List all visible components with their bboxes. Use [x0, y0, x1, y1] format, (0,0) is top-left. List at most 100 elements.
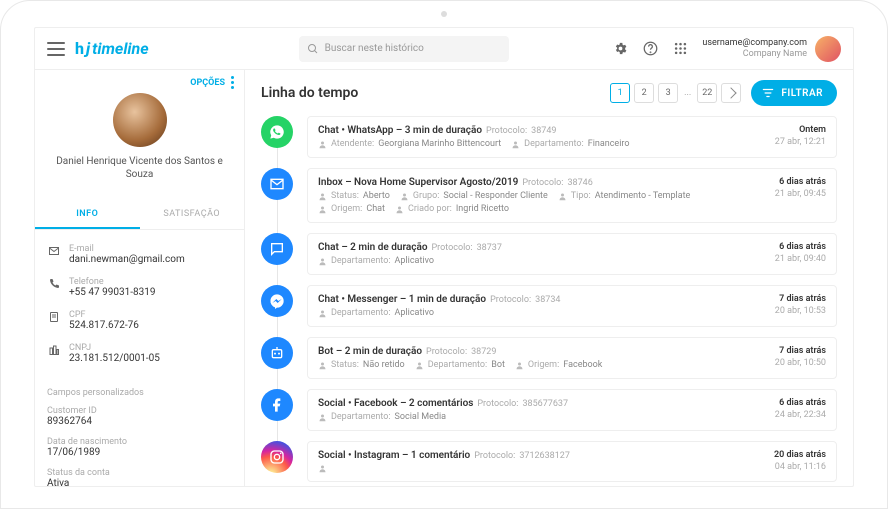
event-meta-item: Departamento: Social Media — [318, 412, 446, 422]
user-menu[interactable]: username@company.com Company Name — [702, 36, 841, 62]
event-meta-item: Departamento: Aplicativo — [318, 256, 434, 266]
event-meta-item: Departamento: Bot — [415, 360, 505, 370]
event-meta-item: Origem: Facebook — [515, 360, 602, 370]
filter-icon — [761, 86, 775, 100]
event-meta-item: Origem: Chat — [318, 204, 385, 214]
event-relative-time: 7 dias atrás — [775, 294, 826, 304]
event-absolute-time: 24 abr, 22:34 — [775, 410, 826, 420]
whatsapp-icon — [261, 116, 293, 148]
instagram-icon — [261, 441, 293, 473]
user-avatar — [815, 36, 841, 62]
event-relative-time: 6 dias atrás — [775, 398, 826, 408]
building-icon — [47, 343, 61, 356]
protocol-label: Protocolo: — [477, 399, 518, 409]
event-relative-time: 7 dias atrás — [775, 346, 826, 356]
chat-icon — [261, 233, 293, 265]
search-placeholder: Buscar neste histórico — [325, 43, 424, 54]
timeline-event[interactable]: Social • Instagram – 1 comentário Protoco… — [261, 441, 837, 482]
field-cpf: CPF524.817.672-76 — [47, 304, 232, 337]
filter-button[interactable]: FILTRAR — [751, 80, 837, 106]
email-icon — [47, 244, 61, 257]
event-relative-time: 20 dias atrás — [774, 450, 826, 460]
timeline-event[interactable]: Bot – 2 min de duraçãoProtocolo:38729Sta… — [261, 337, 837, 379]
facebook-icon — [261, 389, 293, 421]
page-1[interactable]: 1 — [610, 83, 630, 103]
event-meta-item: Status: Não retido — [318, 360, 405, 370]
company-name: Company Name — [702, 49, 807, 60]
kebab-menu-icon[interactable] — [231, 76, 234, 89]
protocol-label: Protocolo: — [432, 243, 473, 253]
tab-info[interactable]: INFO — [35, 201, 140, 229]
page-next[interactable] — [721, 83, 741, 103]
event-absolute-time: 20 abr, 10:53 — [775, 306, 826, 316]
page-2[interactable]: 2 — [634, 83, 654, 103]
event-card: Chat • WhatsApp – 3 min de duraçãoProtoc… — [307, 116, 837, 158]
user-email: username@company.com — [702, 38, 807, 49]
protocol-label: Protocolo: — [426, 347, 467, 357]
apps-grid-icon[interactable] — [672, 41, 688, 57]
event-title: Bot – 2 min de duração — [318, 346, 422, 357]
page-3[interactable]: 3 — [658, 83, 678, 103]
event-meta-item — [318, 464, 335, 473]
protocol-label: Protocolo: — [474, 451, 515, 461]
timeline-event[interactable]: Chat • WhatsApp – 3 min de duraçãoProtoc… — [261, 116, 837, 158]
timeline-event[interactable]: Chat – 2 min de duraçãoProtocolo:38737De… — [261, 233, 837, 275]
phone-icon — [47, 277, 61, 290]
event-meta-item: Status: Aberto — [318, 191, 390, 201]
inbox-icon — [261, 168, 293, 200]
document-icon — [47, 310, 61, 323]
top-icons: username@company.com Company Name — [612, 36, 841, 62]
timeline-event[interactable]: Inbox – Nova Home Supervisor Agosto/2019… — [261, 168, 837, 223]
event-title: Chat • Messenger – 1 min de duração — [318, 294, 486, 305]
protocol-value: 38737 — [477, 243, 502, 253]
event-card: Bot – 2 min de duraçãoProtocolo:38729Sta… — [307, 337, 837, 379]
page-last[interactable]: 22 — [697, 83, 717, 103]
event-relative-time: 6 dias atrás — [775, 177, 826, 187]
left-panel: OPÇÕES Daniel Henrique Vicente dos Santo… — [35, 70, 245, 486]
protocol-value: 38749 — [531, 126, 556, 136]
event-card: Social • Instagram – 1 comentário Protoco… — [307, 441, 837, 482]
event-relative-time: 6 dias atrás — [775, 242, 826, 252]
menu-toggle[interactable] — [47, 42, 65, 56]
page-title: Linha do tempo — [261, 85, 358, 101]
protocol-value: 3712638127 — [519, 451, 570, 461]
protocol-label: Protocolo: — [490, 295, 531, 305]
timeline-panel: Linha do tempo 1 2 3 ... 22 FILTRAR — [245, 70, 853, 486]
protocol-label: Protocolo: — [522, 178, 563, 188]
timeline-event[interactable]: Social • Facebook – 2 comentáriosProtoco… — [261, 389, 837, 431]
event-title: Social • Instagram – 1 comentário — [318, 450, 470, 461]
page-ellipsis: ... — [682, 88, 693, 98]
event-card: Inbox – Nova Home Supervisor Agosto/2019… — [307, 168, 837, 223]
event-meta-item: Tipo: Atendimento - Template — [558, 191, 691, 201]
bot-icon — [261, 337, 293, 369]
options-link[interactable]: OPÇÕES — [190, 78, 225, 88]
app-logo: hj timeline — [75, 39, 149, 58]
event-card: Chat – 2 min de duraçãoProtocolo:38737De… — [307, 233, 837, 275]
field-account-status: Status da conta Ativa — [35, 464, 244, 486]
pagination: 1 2 3 ... 22 — [610, 83, 741, 103]
top-bar: hj timeline Buscar neste histórico — [35, 28, 853, 70]
tab-satisfacao[interactable]: SATISFAÇÃO — [140, 201, 245, 229]
event-meta-item: Atendente: Georgiana Marinho Bittencourt — [318, 139, 501, 149]
custom-fields-header: Campos personalizados — [35, 378, 244, 402]
protocol-value: 38746 — [567, 178, 592, 188]
event-card: Social • Facebook – 2 comentáriosProtoco… — [307, 389, 837, 431]
timeline-event[interactable]: Chat • Messenger – 1 min de duração Proto… — [261, 285, 837, 327]
event-card: Chat • Messenger – 1 min de duração Proto… — [307, 285, 837, 327]
event-absolute-time: 27 abr, 12:21 — [775, 137, 826, 147]
avatar — [113, 93, 167, 147]
customer-profile: Daniel Henrique Vicente dos Santos e Sou… — [35, 89, 244, 191]
event-relative-time: Ontem — [775, 125, 826, 135]
event-title: Chat • WhatsApp – 3 min de duração — [318, 125, 482, 136]
sidebar-tabs: INFO SATISFAÇÃO — [35, 201, 244, 230]
help-icon[interactable] — [642, 41, 658, 57]
search-input[interactable]: Buscar neste histórico — [299, 36, 509, 62]
event-absolute-time: 20 abr, 10:50 — [775, 358, 826, 368]
event-meta-item: Grupo: Social - Responder Cliente — [400, 191, 548, 201]
settings-icon[interactable] — [612, 41, 628, 57]
event-meta-item: Departamento: Financeiro — [511, 139, 629, 149]
field-phone: Telefone+55 47 99031-8319 — [47, 271, 232, 304]
event-absolute-time: 21 abr, 09:45 — [775, 189, 826, 199]
messenger-icon — [261, 285, 293, 317]
field-birthdate: Data de nascimento 17/06/1989 — [35, 433, 244, 464]
